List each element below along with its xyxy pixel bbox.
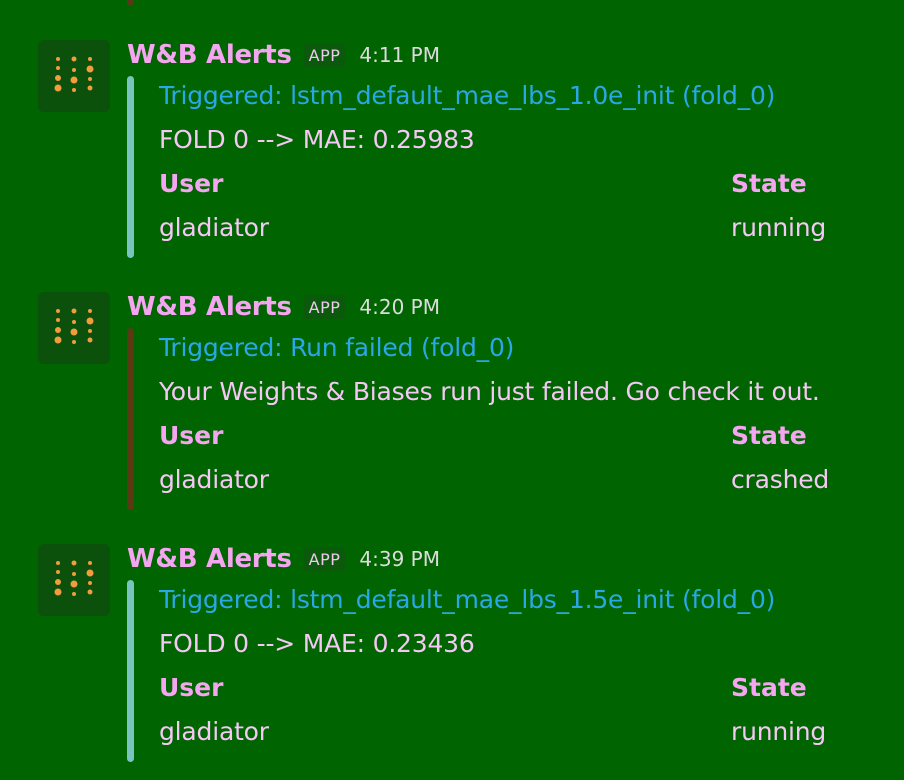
sender-name[interactable]: W&B Alerts: [127, 40, 292, 70]
wandb-logo-icon: [54, 56, 94, 92]
alert-title-link[interactable]: Triggered: lstm_default_mae_lbs_1.5e_ini…: [159, 585, 775, 614]
state-field-value: running: [731, 213, 827, 242]
user-field-label: User: [159, 421, 224, 450]
avatar[interactable]: [38, 544, 110, 616]
attachment-color-bar: [127, 328, 134, 510]
state-field-label: State: [731, 673, 807, 702]
app-badge: APP: [303, 547, 346, 571]
message-header: W&B Alerts APP 4:20 PM: [127, 290, 440, 324]
message-timestamp[interactable]: 4:11 PM: [359, 43, 440, 67]
state-field-label: State: [731, 169, 807, 198]
alert-attachment: Triggered: Run failed (fold_0) Your Weig…: [127, 328, 887, 511]
message-timestamp[interactable]: 4:39 PM: [359, 547, 440, 571]
sender-name[interactable]: W&B Alerts: [127, 544, 292, 574]
alert-attachment: Triggered: lstm_default_mae_lbs_1.0e_ini…: [127, 76, 887, 259]
state-field-label: State: [731, 421, 807, 450]
alert-text: FOLD 0 --> MAE: 0.23436: [159, 629, 475, 658]
state-field-value: crashed: [731, 465, 830, 494]
app-badge: APP: [303, 295, 346, 319]
user-field-value: gladiator: [159, 717, 269, 746]
avatar[interactable]: [38, 292, 110, 364]
message-item: W&B Alerts APP 4:20 PM Triggered: Run fa…: [0, 252, 904, 510]
state-field-value: running: [731, 717, 827, 746]
alert-text: FOLD 0 --> MAE: 0.25983: [159, 125, 475, 154]
message-header: W&B Alerts APP 4:39 PM: [127, 542, 440, 576]
message-item: W&B Alerts APP 4:11 PM Triggered: lstm_d…: [0, 0, 904, 258]
attachment-color-bar: [127, 580, 134, 762]
alert-title-link[interactable]: Triggered: Run failed (fold_0): [159, 333, 514, 362]
message-timestamp[interactable]: 4:20 PM: [359, 295, 440, 319]
attachment-color-bar: [127, 76, 134, 258]
user-field-value: gladiator: [159, 213, 269, 242]
wandb-logo-icon: [54, 308, 94, 344]
alert-attachment: Triggered: lstm_default_mae_lbs_1.5e_ini…: [127, 580, 887, 763]
app-badge: APP: [303, 43, 346, 67]
user-field-label: User: [159, 169, 224, 198]
user-field-value: gladiator: [159, 465, 269, 494]
message-header: W&B Alerts APP 4:11 PM: [127, 38, 440, 72]
alert-text: Your Weights & Biases run just failed. G…: [159, 377, 820, 406]
wandb-logo-icon: [54, 560, 94, 596]
avatar[interactable]: [38, 40, 110, 112]
message-item: W&B Alerts APP 4:39 PM Triggered: lstm_d…: [0, 504, 904, 762]
sender-name[interactable]: W&B Alerts: [127, 292, 292, 322]
alert-title-link[interactable]: Triggered: lstm_default_mae_lbs_1.0e_ini…: [159, 81, 775, 110]
user-field-label: User: [159, 673, 224, 702]
